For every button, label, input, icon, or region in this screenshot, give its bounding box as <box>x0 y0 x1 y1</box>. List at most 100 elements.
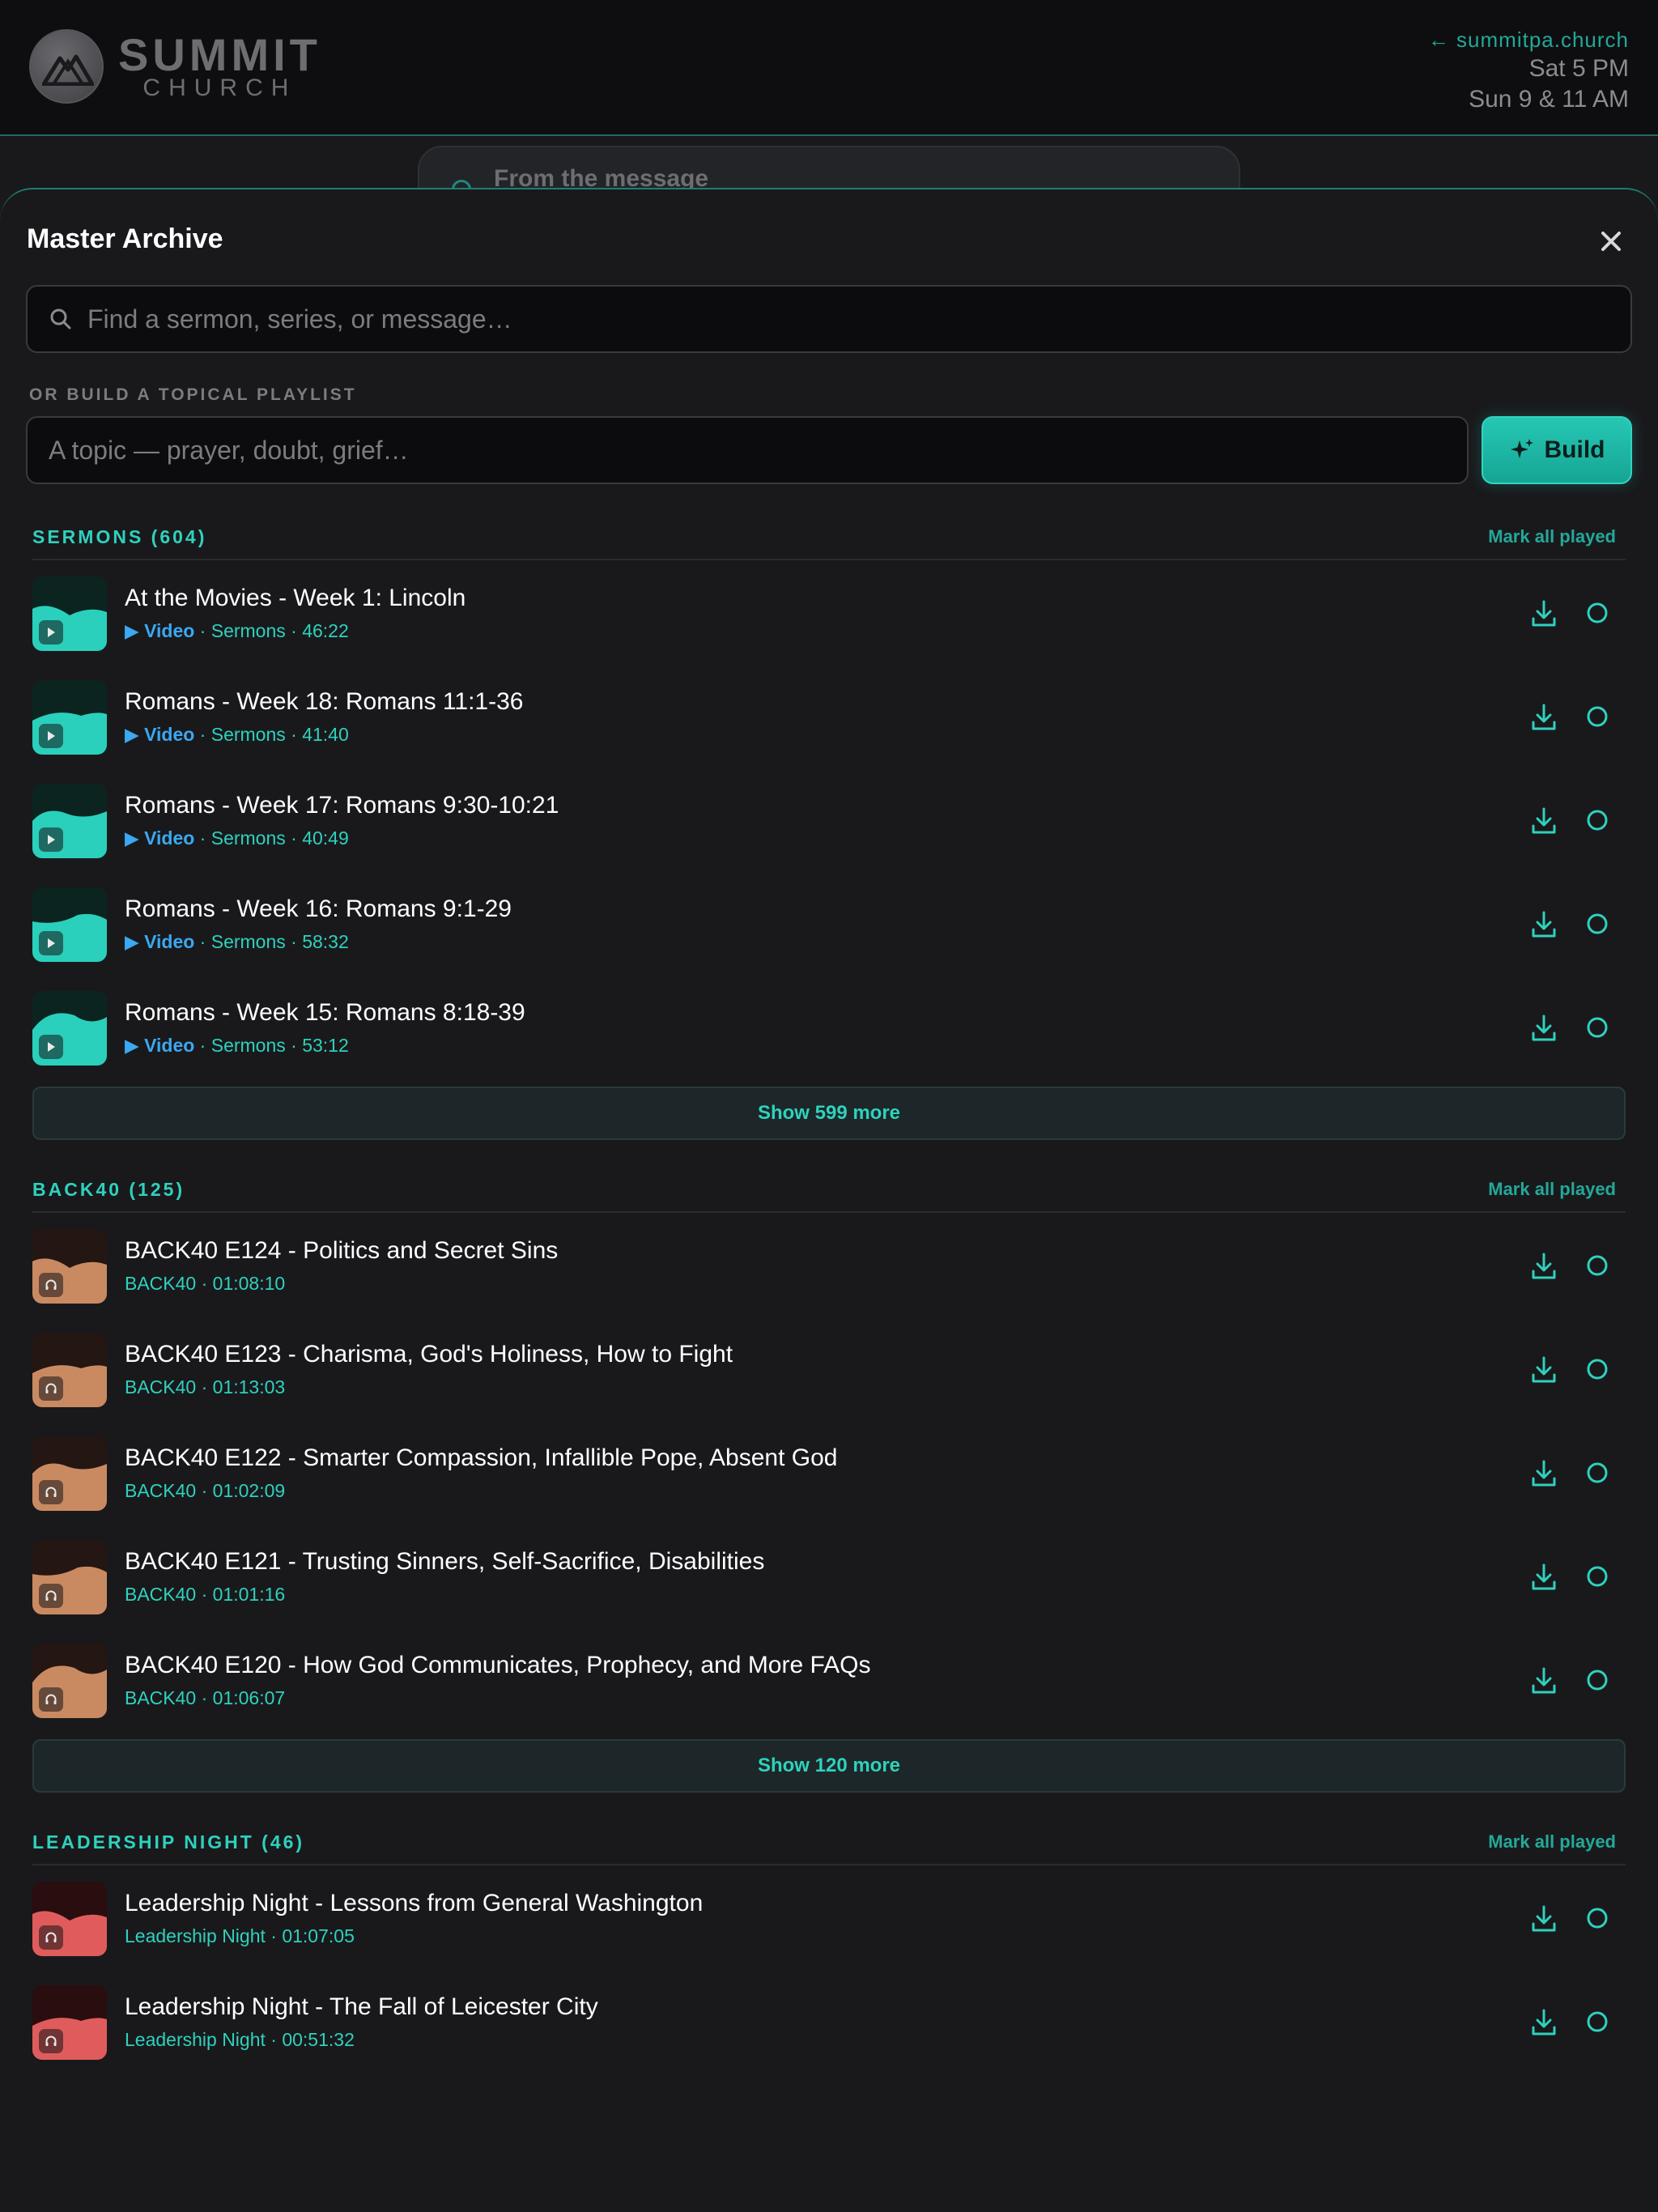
close-icon <box>1601 232 1621 251</box>
item-meta: ▶ Video · Sermons · 58:32 <box>125 931 349 953</box>
topic-input[interactable] <box>28 418 1467 483</box>
download-icon[interactable] <box>1530 2008 1558 2037</box>
list-item[interactable]: BACK40 E121 - Trusting Sinners, Self-Sac… <box>32 1524 1626 1627</box>
download-icon[interactable] <box>1530 1904 1558 1933</box>
list-item[interactable]: BACK40 E124 - Politics and Secret Sins B… <box>32 1213 1626 1317</box>
item-title: BACK40 E121 - Trusting Sinners, Self-Sac… <box>125 1548 765 1575</box>
section-back40: BACK40 (125) Mark all played BACK40 E124… <box>32 1179 1626 1793</box>
logo-subtitle: CHURCH <box>142 74 297 101</box>
item-title: Leadership Night - The Fall of Leicester… <box>125 1993 598 2020</box>
search-field[interactable] <box>26 285 1632 353</box>
media-type-badge <box>39 827 63 852</box>
media-type-badge <box>39 1035 63 1059</box>
service-time-sunday: Sun 9 & 11 AM <box>1469 86 1629 113</box>
item-meta: ▶ Video · Sermons · 46:22 <box>125 620 349 642</box>
headphones-icon <box>45 1383 57 1393</box>
item-meta: BACK40 · 01:01:16 <box>125 1584 285 1606</box>
download-icon[interactable] <box>1530 1563 1558 1592</box>
build-button[interactable]: Build <box>1482 416 1632 484</box>
show-more-button[interactable]: Show 599 more <box>32 1087 1626 1140</box>
list-item[interactable]: BACK40 E123 - Charisma, God's Holiness, … <box>32 1317 1626 1420</box>
played-toggle-icon[interactable] <box>1585 2010 1609 2034</box>
played-toggle-icon[interactable] <box>1585 704 1609 729</box>
item-title: Romans - Week 15: Romans 8:18-39 <box>125 999 525 1026</box>
topic-field[interactable] <box>26 416 1469 484</box>
video-label: ▶ Video <box>125 724 195 745</box>
list-item[interactable]: Romans - Week 18: Romans 11:1-36 ▶ Video… <box>32 664 1626 768</box>
download-icon[interactable] <box>1530 806 1558 836</box>
played-toggle-icon[interactable] <box>1585 601 1609 625</box>
item-title: Romans - Week 17: Romans 9:30-10:21 <box>125 792 559 819</box>
played-toggle-icon[interactable] <box>1585 1015 1609 1040</box>
service-time-saturday: Sat 5 PM <box>1528 55 1629 82</box>
site-header: SUMMIT CHURCH ← summitpa.church Sat 5 PM… <box>0 0 1658 136</box>
media-type-badge <box>39 1584 63 1608</box>
item-thumbnail <box>32 991 107 1066</box>
summit-logo[interactable]: SUMMIT CHURCH <box>29 29 321 104</box>
media-type-badge <box>39 1376 63 1401</box>
download-icon[interactable] <box>1530 703 1558 732</box>
item-meta-text: · Sermons · 58:32 <box>194 931 349 952</box>
item-thumbnail <box>32 887 107 962</box>
download-icon[interactable] <box>1530 1014 1558 1043</box>
play-icon <box>48 627 55 637</box>
item-meta-text: Leadership Night · 01:07:05 <box>125 1925 355 1946</box>
section-header: LEADERSHIP NIGHT (46) Mark all played <box>32 1831 1626 1865</box>
item-meta: Leadership Night · 00:51:32 <box>125 2029 355 2051</box>
item-thumbnail <box>32 576 107 651</box>
download-icon[interactable] <box>1530 1459 1558 1488</box>
item-title: BACK40 E123 - Charisma, God's Holiness, … <box>125 1341 733 1368</box>
headphones-icon <box>45 1694 57 1704</box>
played-toggle-icon[interactable] <box>1585 1564 1609 1589</box>
item-thumbnail <box>32 1333 107 1407</box>
download-icon[interactable] <box>1530 1252 1558 1281</box>
list-item[interactable]: Leadership Night - The Fall of Leicester… <box>32 1969 1626 2073</box>
mark-all-played-button[interactable]: Mark all played <box>1488 1179 1616 1200</box>
played-toggle-icon[interactable] <box>1585 1668 1609 1692</box>
item-thumbnail <box>32 1985 107 2060</box>
headphones-icon <box>45 1590 57 1601</box>
mountain-logo-icon <box>29 29 104 104</box>
media-type-badge <box>39 931 63 955</box>
played-toggle-icon[interactable] <box>1585 1253 1609 1278</box>
download-icon[interactable] <box>1530 1355 1558 1385</box>
headphones-icon <box>45 1932 57 1942</box>
search-input[interactable] <box>87 304 1630 334</box>
played-toggle-icon[interactable] <box>1585 1357 1609 1381</box>
close-button[interactable] <box>1595 225 1627 257</box>
list-item[interactable]: Romans - Week 17: Romans 9:30-10:21 ▶ Vi… <box>32 768 1626 871</box>
played-toggle-icon[interactable] <box>1585 808 1609 832</box>
played-toggle-icon[interactable] <box>1585 912 1609 936</box>
playlist-section-label: OR BUILD A TOPICAL PLAYLIST <box>29 385 357 404</box>
list-item[interactable]: Romans - Week 16: Romans 9:1-29 ▶ Video … <box>32 871 1626 975</box>
download-icon[interactable] <box>1530 1666 1558 1695</box>
list-item[interactable]: BACK40 E120 - How God Communicates, Prop… <box>32 1627 1626 1731</box>
play-icon <box>48 938 55 948</box>
item-title: Romans - Week 18: Romans 11:1-36 <box>125 688 524 715</box>
played-toggle-icon[interactable] <box>1585 1906 1609 1930</box>
mark-all-played-button[interactable]: Mark all played <box>1488 1831 1616 1853</box>
download-icon[interactable] <box>1530 910 1558 939</box>
video-label: ▶ Video <box>125 931 195 952</box>
list-item[interactable]: At the Movies - Week 1: Lincoln ▶ Video … <box>32 560 1626 664</box>
media-type-badge <box>39 620 63 644</box>
item-thumbnail <box>32 1436 107 1511</box>
item-meta-text: · Sermons · 41:40 <box>194 724 349 745</box>
mark-all-played-button[interactable]: Mark all played <box>1488 526 1616 547</box>
master-archive-sheet: Master Archive OR BUILD A TOPICAL PLAYLI… <box>0 188 1658 2212</box>
played-toggle-icon[interactable] <box>1585 1461 1609 1485</box>
list-item[interactable]: BACK40 E122 - Smarter Compassion, Infall… <box>32 1420 1626 1524</box>
list-item[interactable]: Leadership Night - Lessons from General … <box>32 1865 1626 1969</box>
list-item[interactable]: Romans - Week 15: Romans 8:18-39 ▶ Video… <box>32 975 1626 1078</box>
media-type-badge <box>39 1925 63 1950</box>
item-meta: ▶ Video · Sermons · 41:40 <box>125 724 349 746</box>
download-icon[interactable] <box>1530 599 1558 628</box>
item-meta: ▶ Video · Sermons · 40:49 <box>125 827 349 849</box>
site-link[interactable]: ← summitpa.church <box>1428 26 1629 53</box>
item-meta-text: · Sermons · 46:22 <box>194 620 349 641</box>
item-meta: ▶ Video · Sermons · 53:12 <box>125 1035 349 1057</box>
media-type-badge <box>39 724 63 748</box>
show-more-button[interactable]: Show 120 more <box>32 1739 1626 1793</box>
item-thumbnail <box>32 1540 107 1614</box>
media-type-badge <box>39 1480 63 1504</box>
